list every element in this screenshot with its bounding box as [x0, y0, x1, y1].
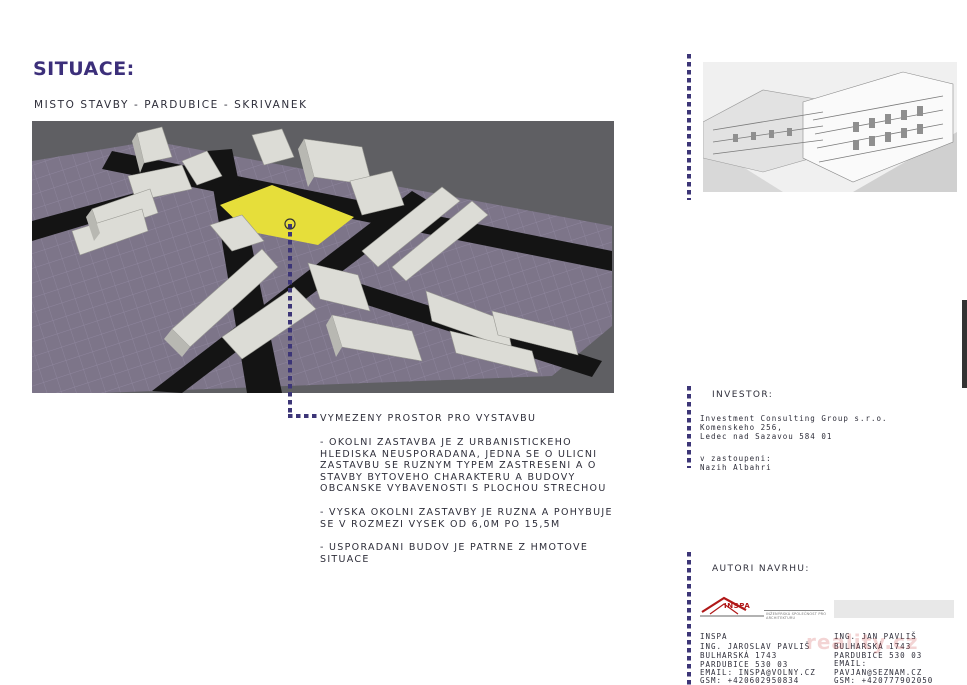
investor-city: Ledec nad Sazavou 584 01 [700, 432, 833, 441]
dotted-bar-render [687, 54, 691, 200]
leader-dots-vertical [288, 224, 292, 416]
author-left-firm: INSPA [700, 632, 728, 641]
authors-label: AUTORI NAVRHU: [712, 564, 810, 574]
inspa-logo: INSPA [700, 592, 764, 620]
logo-underline [764, 610, 824, 611]
dotted-bar-investor [687, 386, 691, 468]
site-note-paragraph: - VYSKA OKOLNI ZASTAVBY JE RUZNA A POHYB… [320, 506, 613, 530]
site-massing-model [32, 121, 614, 393]
page-edge-bar [962, 300, 967, 388]
investor-label: INVESTOR: [712, 390, 774, 400]
author-right-gsm: GSM: +420777902050 [834, 676, 934, 685]
second-logo-placeholder [834, 600, 954, 618]
building-render [703, 62, 957, 192]
site-notes: - OKOLNI ZASTAVBA JE Z URBANISTICKEHO HL… [320, 437, 620, 577]
site-note-paragraph: - USPORADANI BUDOV JE PATRNE Z HMOTOVE S… [320, 542, 589, 565]
page-subtitle: MISTO STAVBY - PARDUBICE - SKRIVANEK [34, 99, 308, 111]
watermark: reality.cz [806, 630, 919, 654]
leader-dots-horizontal [288, 414, 318, 418]
dotted-bar-authors [687, 552, 691, 685]
site-note-heading: VYMEZENY PROSTOR PRO VYSTAVBU [320, 413, 537, 424]
site-note-paragraph: - OKOLNI ZASTAVBA JE Z URBANISTICKEHO HL… [320, 437, 607, 495]
investor-represented-name: Nazih Albahri [700, 463, 772, 472]
inspa-logo-text: INSPA [724, 602, 751, 610]
author-left-gsm: GSM: +420602950834 [700, 676, 800, 685]
page-title: SITUACE: [33, 58, 135, 80]
inspa-logo-caption: INŽENÝRSKÁ SPOLEČNOST PRO ARCHITEKTURU [766, 612, 827, 620]
